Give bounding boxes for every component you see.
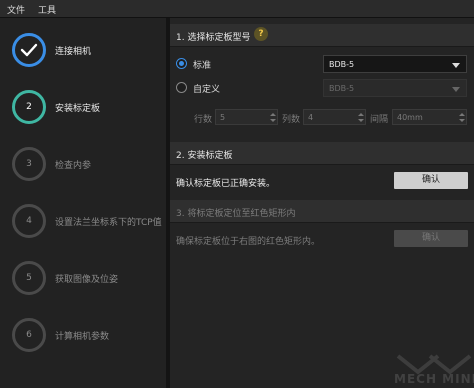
custom-model-select[interactable]: BDB-5: [323, 79, 467, 97]
radio-standard-label: 标准: [193, 61, 212, 71]
step-5-circle: 5: [12, 261, 46, 295]
custom-model-value: BDB-5: [329, 84, 355, 93]
section-2-title: 2. 安装标定板: [176, 151, 233, 161]
spacing-label: 间隔: [370, 115, 389, 125]
board-model-select[interactable]: BDB-5: [323, 55, 467, 73]
rows-value: 5: [220, 113, 226, 122]
spin-down-icon[interactable]: [459, 119, 465, 122]
checkmark-icon: [20, 43, 38, 57]
step-3[interactable]: 3 检查内参: [12, 147, 162, 187]
position-confirm-text: 确保标定板位于右图的红色矩形内。: [176, 237, 321, 247]
step-2[interactable]: 2 安装标定板: [12, 90, 162, 130]
cols-spinbox[interactable]: 4: [303, 109, 366, 125]
install-confirm-text: 确认标定板已正确安装。: [176, 179, 276, 189]
help-icon[interactable]: ?: [254, 27, 268, 41]
spin-down-icon[interactable]: [270, 119, 276, 122]
step-5[interactable]: 5 获取图像及位姿: [12, 261, 162, 301]
spin-down-icon[interactable]: [358, 119, 364, 122]
cols-value: 4: [308, 113, 314, 122]
step-4[interactable]: 4 设置法兰坐标系下的TCP值: [12, 204, 162, 244]
step-1-circle: [12, 33, 46, 67]
section-2-header: 2. 安装标定板: [170, 142, 474, 165]
confirm-position-button[interactable]: 确认: [394, 230, 468, 247]
step-5-label: 获取图像及位姿: [55, 275, 119, 285]
step-3-circle: 3: [12, 147, 46, 181]
chevron-down-icon: [452, 87, 460, 92]
cols-label: 列数: [282, 115, 301, 125]
spin-up-icon[interactable]: [358, 113, 364, 116]
chevron-down-icon: [452, 63, 460, 68]
spin-up-icon[interactable]: [459, 113, 465, 116]
step-4-circle: 4: [12, 204, 46, 238]
board-model-value: BDB-5: [329, 60, 355, 69]
section-1-header: 1. 选择标定板型号 ?: [170, 24, 474, 47]
spacing-value: 40mm: [397, 113, 423, 122]
step-6[interactable]: 6 计算相机参数: [12, 318, 162, 358]
rows-label: 行数: [194, 115, 213, 125]
spacing-spinbox[interactable]: 40mm: [392, 109, 467, 125]
step-6-circle: 6: [12, 318, 46, 352]
step-1-label: 连接相机: [55, 47, 92, 57]
step-2-circle: 2: [12, 90, 46, 124]
menu-file[interactable]: 文件: [7, 3, 25, 16]
watermark-text: MECH MIND: [394, 372, 474, 386]
step-sidebar: 连接相机 2 安装标定板 3 检查内参 4 设置法兰坐标系下的TCP值 5 获取…: [0, 18, 166, 388]
section-3-title: 3. 将标定板定位至红色矩形内: [176, 209, 296, 219]
step-3-label: 检查内参: [55, 161, 92, 171]
main-panel: 1. 选择标定板型号 ? 标准 BDB-5 自定义 BDB-5 行数 5 列数 …: [170, 18, 474, 388]
spin-up-icon[interactable]: [270, 113, 276, 116]
step-1[interactable]: 连接相机: [12, 33, 162, 73]
radio-standard[interactable]: [176, 58, 187, 69]
step-6-label: 计算相机参数: [55, 332, 110, 342]
confirm-install-button[interactable]: 确认: [394, 172, 468, 189]
step-2-label: 安装标定板: [55, 104, 101, 114]
section-3-header: 3. 将标定板定位至红色矩形内: [170, 200, 474, 223]
rows-spinbox[interactable]: 5: [215, 109, 278, 125]
section-1-title: 1. 选择标定板型号: [176, 33, 251, 43]
radio-custom[interactable]: [176, 82, 187, 93]
radio-custom-label: 自定义: [193, 85, 221, 95]
step-4-label: 设置法兰坐标系下的TCP值: [55, 218, 162, 228]
menu-bar: 文件 工具: [0, 0, 474, 18]
menu-tools[interactable]: 工具: [38, 3, 56, 16]
